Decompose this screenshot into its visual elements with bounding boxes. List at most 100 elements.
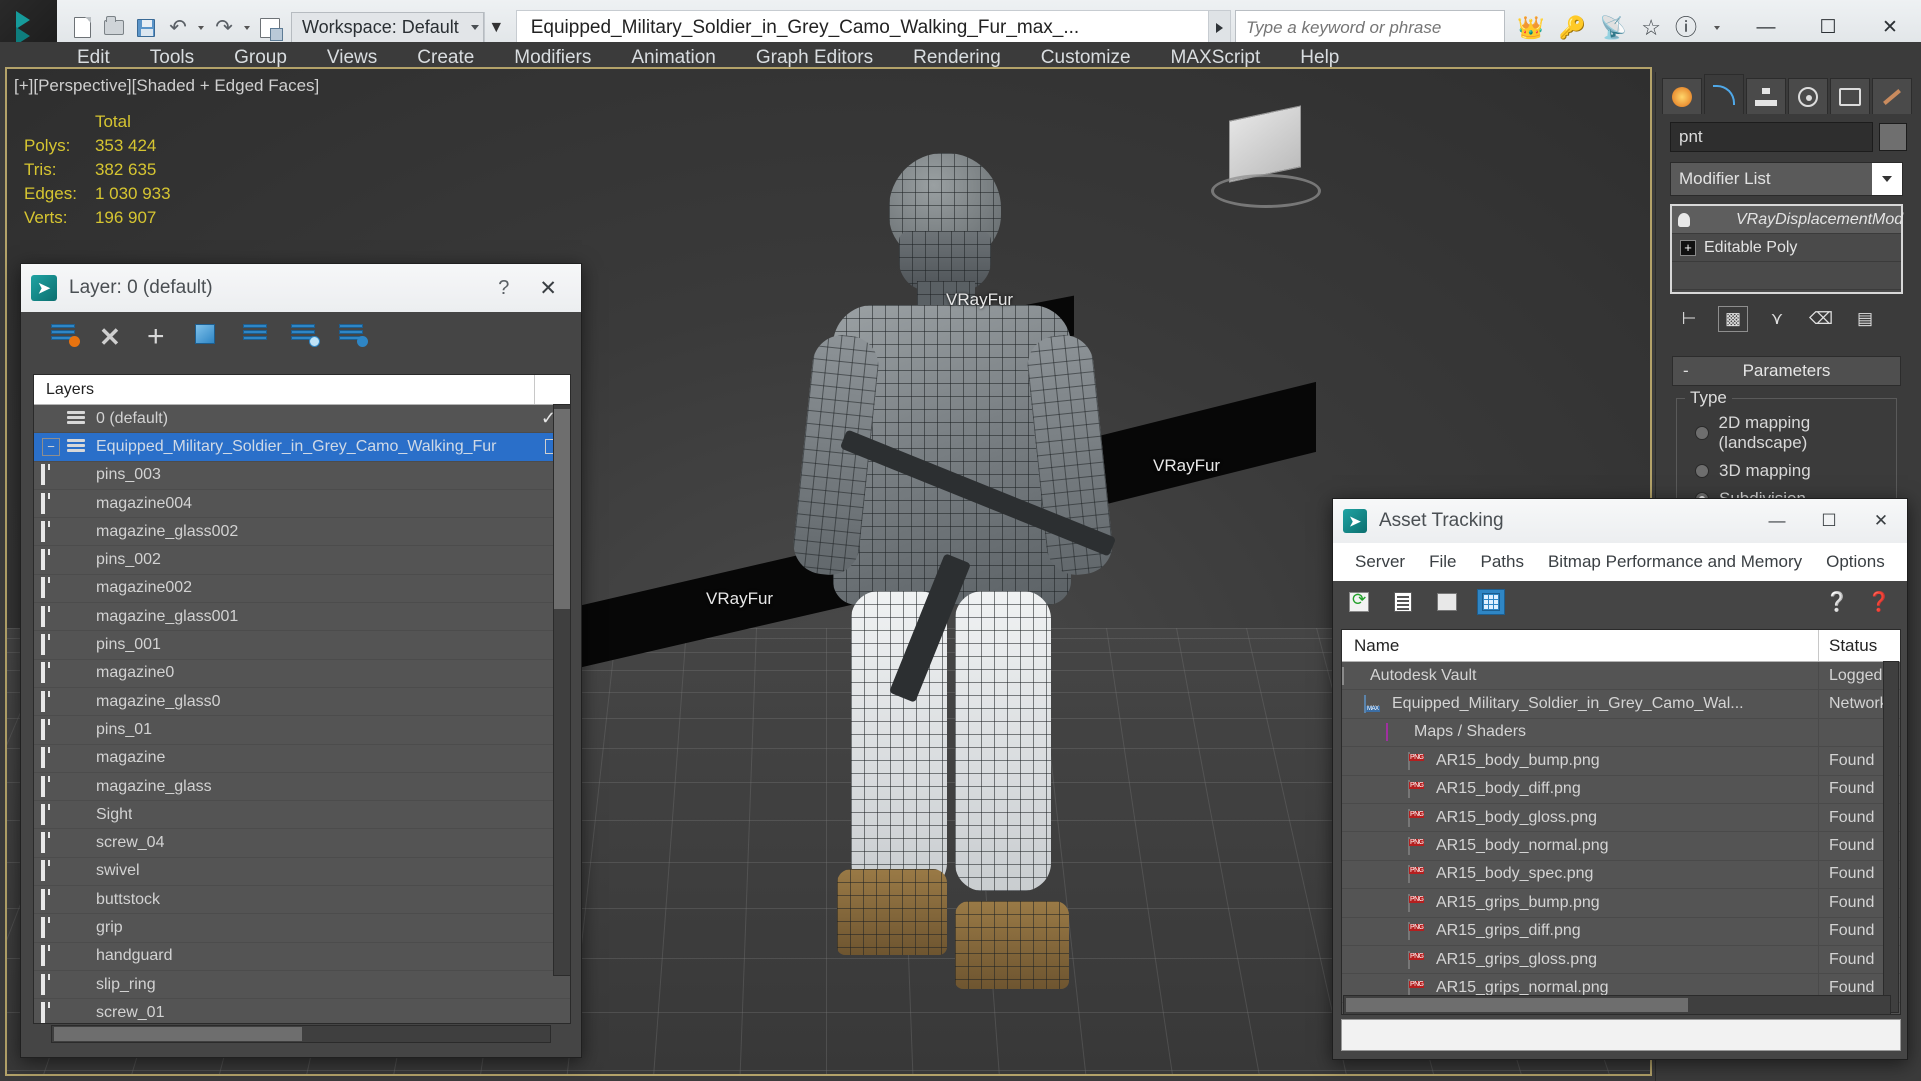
modify-tab[interactable] — [1704, 74, 1744, 114]
help-dropdown-caret-icon[interactable] — [1714, 25, 1720, 30]
open-folder-icon[interactable] — [99, 13, 129, 43]
layer-object-row[interactable]: magazine002 — [34, 575, 570, 604]
asset-row[interactable]: Autodesk Vault Logged — [1342, 662, 1900, 691]
asset-list-horizontal-scrollbar[interactable] — [1343, 995, 1891, 1015]
create-tab[interactable] — [1662, 78, 1702, 114]
soldier-model[interactable] — [741, 153, 1161, 1043]
utilities-tab[interactable] — [1872, 78, 1912, 114]
workspace-menu-icon[interactable]: ▼ — [483, 11, 508, 44]
layer-object-row[interactable]: swivel — [34, 858, 570, 887]
asset-row[interactable]: AR15_grips_bump.pngFound — [1342, 889, 1900, 918]
asset-menu-file[interactable]: File — [1417, 552, 1468, 572]
asset-row[interactable]: Maps / Shaders — [1342, 718, 1900, 748]
layer-object-row[interactable]: magazine_glass002 — [34, 518, 570, 547]
layer-row[interactable]: − Equipped_Military_Soldier_in_Grey_Camo_… — [34, 433, 570, 462]
save-disk-icon[interactable] — [131, 13, 161, 43]
asset-row[interactable]: AR15_body_diff.pngFound — [1342, 775, 1900, 804]
asset-list[interactable]: Name Status Autodesk VaultLogged Equipped… — [1341, 629, 1901, 1015]
asset-list-vertical-scrollbar[interactable] — [1883, 661, 1899, 1013]
layer-hscroll-thumb[interactable] — [54, 1027, 302, 1041]
refresh-icon[interactable] — [1345, 589, 1373, 615]
asset-close-button[interactable]: ✕ — [1855, 499, 1907, 543]
layer-object-row[interactable]: pins_002 — [34, 546, 570, 575]
layer-object-row[interactable]: handguard — [34, 943, 570, 971]
parameters-rollout-header[interactable]: - Parameters — [1672, 356, 1901, 386]
asset-tracking-dialog[interactable]: ➤ Asset Tracking — ☐ ✕ Server File Paths… — [1332, 498, 1908, 1060]
asset-row[interactable]: Equipped_Military_Soldier_in_Grey_Camo_W… — [1342, 690, 1900, 719]
redo-dropdown-caret-icon[interactable] — [244, 25, 250, 30]
layer-dialog-help-button[interactable]: ? — [482, 277, 525, 300]
menu-help[interactable]: Help — [1280, 42, 1359, 74]
layer-object-row[interactable]: Sight — [34, 801, 570, 830]
viewcube-box-icon[interactable] — [1229, 105, 1301, 183]
asset-menu-server[interactable]: Server — [1343, 552, 1417, 572]
asset-column-header-status[interactable]: Status — [1818, 630, 1900, 661]
display-tab[interactable] — [1830, 78, 1870, 114]
undo-dropdown-caret-icon[interactable] — [198, 25, 204, 30]
search-input[interactable] — [1246, 17, 1505, 38]
new-document-icon[interactable] — [67, 13, 97, 43]
configure-modifier-sets-icon[interactable]: ▤ — [1850, 306, 1880, 332]
asset-hscroll-thumb[interactable] — [1346, 998, 1688, 1012]
layer-object-row[interactable]: magazine_glass — [34, 773, 570, 802]
asset-row[interactable]: AR15_body_gloss.pngFound — [1342, 803, 1900, 833]
motion-tab[interactable] — [1788, 78, 1828, 114]
redo-arrow-icon[interactable]: ↷ — [209, 13, 239, 43]
layer-settings-icon[interactable] — [339, 324, 369, 352]
rollout-collapse-icon[interactable]: - — [1683, 361, 1689, 381]
radio-3d-mapping[interactable]: 3D mapping — [1677, 457, 1896, 485]
layer-object-row[interactable]: pins_001 — [34, 631, 570, 660]
layer-list-horizontal-scrollbar[interactable] — [51, 1025, 551, 1043]
delete-highlighted-empty-layers-icon[interactable]: ✕ — [99, 324, 129, 352]
layer-object-row[interactable]: pins_003 — [34, 462, 570, 490]
undo-arrow-icon[interactable]: ↶ — [163, 13, 193, 43]
asset-row[interactable]: AR15_grips_diff.pngFound — [1342, 917, 1900, 946]
layer-object-row[interactable]: magazine_glass001 — [34, 603, 570, 632]
list-view-icon[interactable] — [1389, 589, 1417, 615]
show-end-result-icon[interactable]: ▩ — [1718, 306, 1748, 332]
layer-row[interactable]: 0 (default) ✓ — [34, 405, 570, 434]
layer-object-row[interactable]: magazine_glass0 — [34, 688, 570, 717]
object-color-swatch[interactable] — [1879, 123, 1907, 151]
help-icon[interactable]: ⓘ — [1675, 16, 1697, 39]
layer-list-vertical-scrollbar[interactable] — [553, 404, 571, 976]
layer-object-row[interactable]: pins_01 — [34, 716, 570, 745]
menu-customize[interactable]: Customize — [1021, 42, 1151, 74]
layer-object-row[interactable]: slip_ring — [34, 971, 570, 1000]
layer-column-header-toggle[interactable] — [534, 375, 570, 404]
modifier-stack[interactable]: VRayDisplacementMod + Editable Poly — [1670, 204, 1903, 294]
add-selection-to-highlighted-layer-icon[interactable]: + — [147, 322, 177, 352]
modifier-stack-item-editable-poly[interactable]: + Editable Poly — [1672, 234, 1901, 262]
make-unique-icon[interactable]: ⋎ — [1762, 306, 1792, 332]
viewcube-compass-ring-icon[interactable] — [1211, 174, 1321, 208]
asset-menu-bitmap-performance[interactable]: Bitmap Performance and Memory — [1536, 552, 1814, 572]
modifier-stack-item-vraydisplacementmod[interactable]: VRayDisplacementMod — [1672, 206, 1903, 234]
menu-animation[interactable]: Animation — [611, 42, 736, 74]
set-project-folder-icon[interactable] — [255, 13, 285, 43]
asset-rows-container[interactable]: Autodesk VaultLogged Equipped_Military_So… — [1342, 662, 1900, 1003]
layer-list[interactable]: Layers 0 (default) ✓ − Equipped_Military_So… — [33, 374, 571, 1024]
layer-object-row[interactable]: magazine004 — [34, 490, 570, 519]
pin-stack-icon[interactable]: ⊢ — [1674, 306, 1704, 332]
menu-graph-editors[interactable]: Graph Editors — [736, 42, 893, 74]
satellite-dish-icon[interactable]: 📡 — [1600, 16, 1627, 39]
menu-create[interactable]: Create — [397, 42, 494, 74]
asset-row[interactable]: AR15_grips_gloss.pngFound — [1342, 945, 1900, 975]
asset-minimize-button[interactable]: — — [1751, 499, 1803, 543]
hide-unhide-layers-icon[interactable] — [291, 324, 321, 352]
layer-dialog-close-button[interactable]: ✕ — [525, 276, 571, 301]
object-name-field[interactable]: pnt — [1670, 122, 1873, 152]
viewcube[interactable] — [1211, 105, 1321, 208]
layer-expander-icon[interactable]: − — [42, 437, 60, 456]
title-expand-arrow-icon[interactable] — [1209, 9, 1232, 46]
star-icon[interactable]: ☆ — [1641, 16, 1661, 39]
asset-maximize-button[interactable]: ☐ — [1803, 499, 1855, 543]
workspace-dropdown-caret-icon[interactable] — [470, 25, 479, 30]
viewport-label[interactable]: [+][Perspective][Shaded + Edged Faces] — [14, 76, 319, 96]
menu-edit[interactable]: Edit — [57, 42, 130, 74]
select-highlighted-objects-and-layers-icon[interactable] — [195, 324, 225, 352]
workspace-selector[interactable]: Workspace: Default — [291, 11, 484, 44]
layer-object-row[interactable]: buttstock — [34, 886, 570, 915]
search-input-wrapper[interactable] — [1235, 9, 1506, 46]
remove-modifier-icon[interactable]: ⌫ — [1806, 306, 1836, 332]
